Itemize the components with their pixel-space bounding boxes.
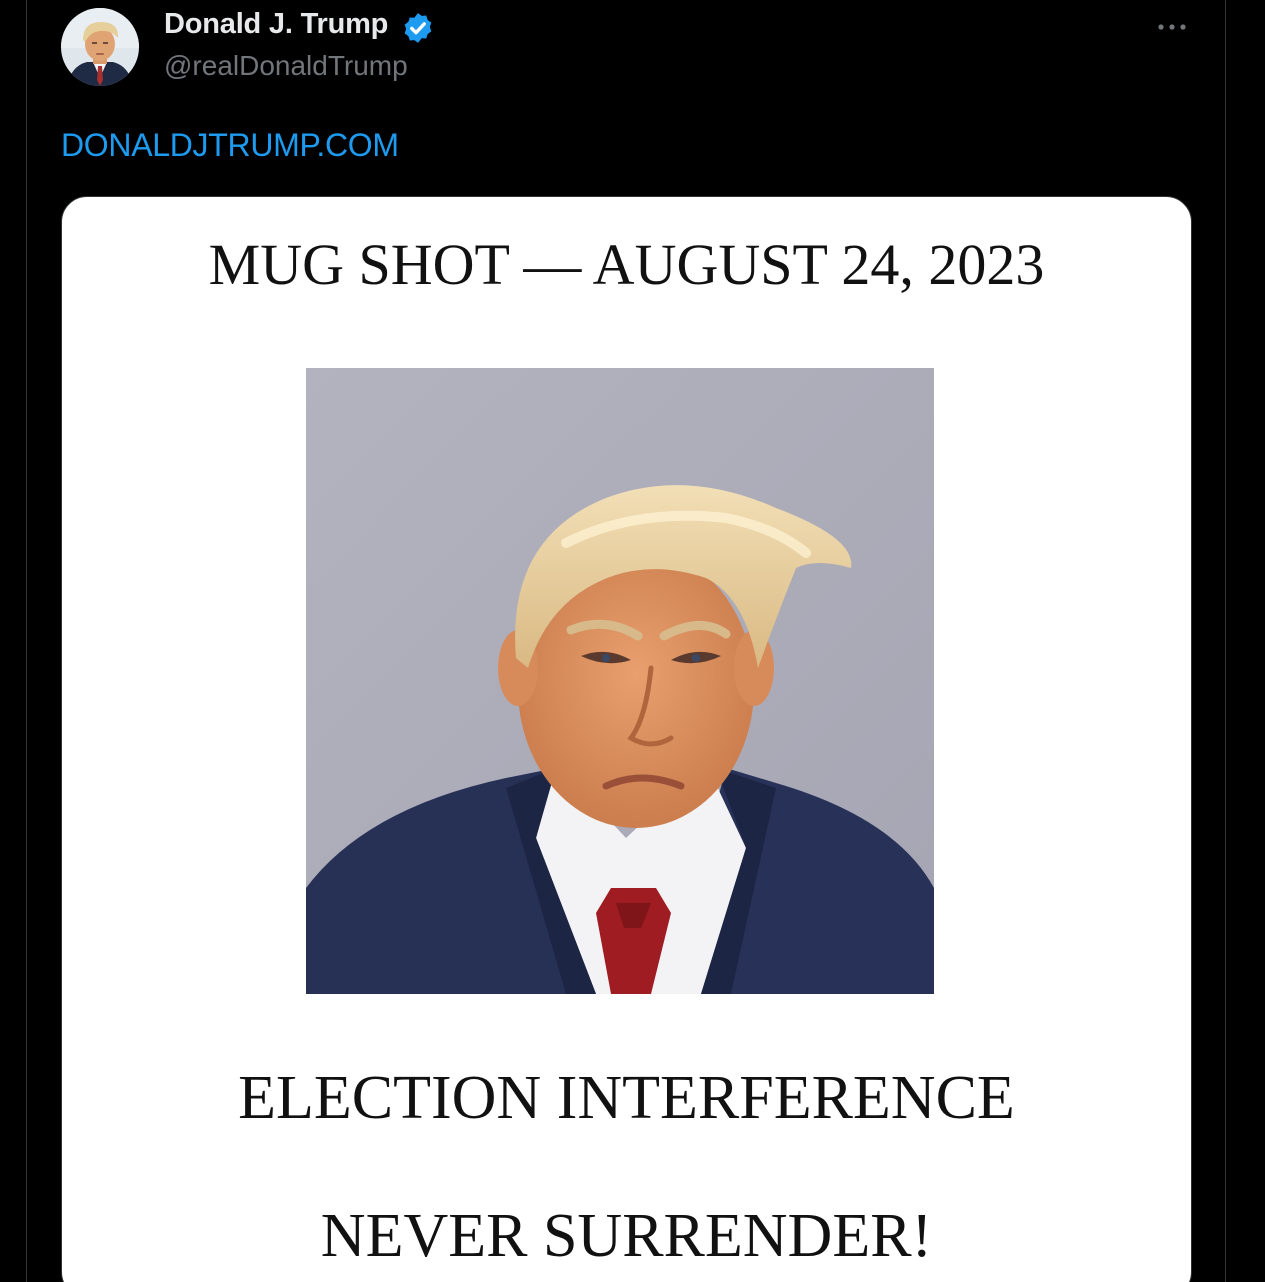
mugshot-photo: [306, 368, 934, 994]
more-button[interactable]: [1152, 10, 1192, 44]
verified-badge-icon: [404, 13, 432, 43]
poster-line-1: ELECTION INTERFERENCE: [238, 1064, 1015, 1132]
post-link[interactable]: DONALDJTRUMP.COM: [61, 127, 399, 164]
timeline-border-left: [26, 0, 27, 1282]
author-name[interactable]: Donald J. Trump: [164, 8, 388, 41]
avatar[interactable]: [61, 8, 139, 86]
timeline-border-right: [1225, 0, 1226, 1282]
poster-line-2: NEVER SURRENDER!: [320, 1202, 933, 1270]
poster-title: MUG SHOT — AUGUST 24, 2023: [208, 232, 1045, 297]
author-handle[interactable]: @realDonaldTrump: [164, 50, 408, 82]
media-card[interactable]: MUG SHOT — AUGUST 24, 2023 ELECTION INTE…: [61, 196, 1192, 1282]
more-horizontal-icon: [1158, 24, 1186, 30]
post: Donald J. Trump @realDonaldTrump DONALDJ…: [0, 0, 1265, 1282]
